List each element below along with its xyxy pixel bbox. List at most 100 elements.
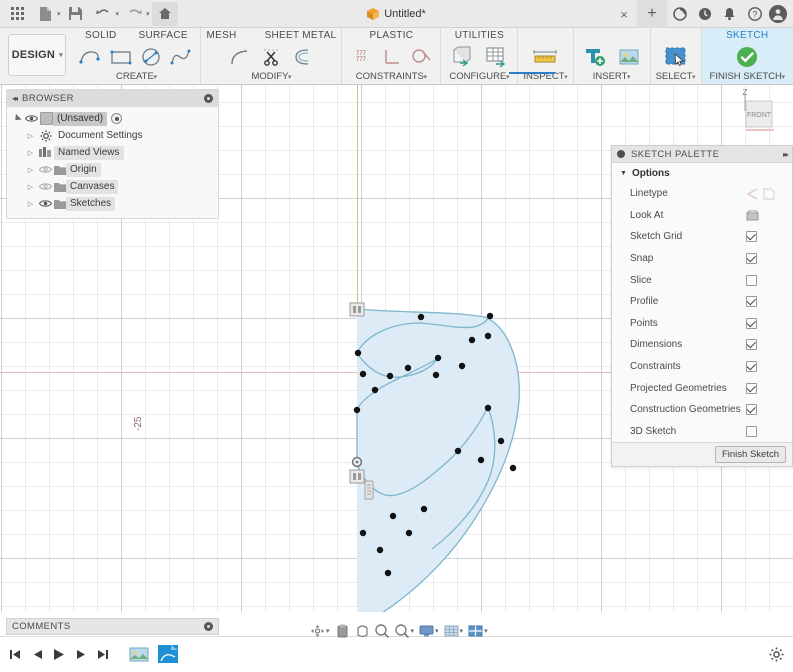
trim-scissors-icon[interactable]: [257, 44, 285, 70]
arc-icon[interactable]: [77, 44, 105, 70]
step-back-icon[interactable]: [30, 647, 44, 663]
insert-mcmaster-icon[interactable]: [579, 44, 611, 70]
palette-row-sketch-grid[interactable]: Sketch Grid: [612, 226, 792, 248]
finish-sketch-check-icon[interactable]: [731, 44, 763, 70]
tree-row-sketches[interactable]: ▷ Sketches: [7, 195, 218, 212]
expand-triangle-icon[interactable]: ▷: [28, 149, 33, 157]
offset-icon[interactable]: [287, 44, 315, 70]
view-cube[interactable]: Z FRONT: [719, 89, 781, 144]
fix-constraint-icon[interactable]: [364, 480, 374, 500]
tree-row-document-settings[interactable]: ▷ Document Settings: [7, 127, 218, 144]
save-icon[interactable]: [63, 2, 89, 26]
profile-checkbox[interactable]: [746, 296, 757, 308]
grid-settings-icon[interactable]: [442, 621, 461, 641]
expand-triangle-icon[interactable]: ▷: [28, 132, 33, 140]
expand-triangle-icon[interactable]: [11, 113, 22, 124]
tree-row-named-views[interactable]: ▷ Named Views: [7, 144, 218, 161]
close-tab-button[interactable]: ×: [611, 0, 637, 28]
tab-solid[interactable]: SOLID: [85, 28, 117, 44]
zoom-window-icon[interactable]: [373, 621, 392, 641]
constraints-group-label[interactable]: CONSTRAINTS ▾: [356, 70, 427, 84]
step-forward-icon[interactable]: [74, 647, 88, 663]
coincident-constraint-icon-origin[interactable]: [349, 469, 365, 484]
tree-row-canvases[interactable]: ▷ Canvases: [7, 178, 218, 195]
zoom-icon[interactable]: [353, 621, 372, 641]
document-tab-button[interactable]: Untitled*: [367, 8, 426, 20]
select-icon[interactable]: [660, 44, 692, 70]
tab-plastic[interactable]: PLASTIC: [370, 28, 414, 44]
palette-row-constraints[interactable]: Constraints: [612, 356, 792, 378]
points-checkbox[interactable]: [746, 317, 757, 329]
notifications-icon[interactable]: [717, 0, 742, 28]
visibility-eye-icon[interactable]: [23, 114, 40, 123]
insert-canvas-icon[interactable]: [613, 44, 645, 70]
orbit-icon[interactable]: [308, 621, 327, 641]
gear-icon[interactable]: [769, 647, 785, 663]
double-chevron-right-icon[interactable]: ▸▸: [783, 150, 789, 159]
file-caret-icon[interactable]: ▾: [57, 10, 61, 18]
activate-component-radio[interactable]: [111, 113, 123, 124]
palette-row-construction-geometries[interactable]: Construction Geometries: [612, 399, 792, 421]
grid-caret-icon[interactable]: ▾: [460, 627, 464, 635]
go-to-end-icon[interactable]: [96, 647, 110, 663]
palette-row-slice[interactable]: Slice: [612, 269, 792, 291]
finish-sketch-label[interactable]: FINISH SKETCH ▾: [710, 70, 785, 84]
snap-checkbox[interactable]: [746, 253, 757, 265]
linetype-construction-icon[interactable]: [763, 188, 775, 200]
new-tab-button[interactable]: +: [637, 0, 667, 28]
projected-geometries-checkbox[interactable]: [746, 382, 757, 394]
tree-row-origin[interactable]: ▷ Origin: [7, 161, 218, 178]
spline-icon[interactable]: [167, 44, 195, 70]
user-avatar-icon[interactable]: [769, 5, 787, 23]
palette-row-projected-geometries[interactable]: Projected Geometries: [612, 377, 792, 399]
construction-geometries-checkbox[interactable]: [746, 404, 757, 416]
tree-row-unsaved[interactable]: (Unsaved): [7, 110, 218, 127]
double-chevron-left-icon[interactable]: ◂◂: [12, 94, 18, 103]
palette-row-snap[interactable]: Snap: [612, 248, 792, 270]
modify-group-label[interactable]: MODIFY ▾: [251, 70, 291, 84]
configuration-cube-icon[interactable]: [446, 44, 478, 70]
slice-checkbox[interactable]: [746, 274, 757, 286]
tab-utilities[interactable]: UTILITIES: [455, 28, 504, 44]
coincident-constraint-icon-top[interactable]: [349, 302, 365, 317]
circle-icon[interactable]: [137, 44, 165, 70]
display-settings-icon[interactable]: [417, 621, 436, 641]
viewports-icon[interactable]: [466, 621, 485, 641]
play-icon[interactable]: [52, 647, 66, 663]
undo-caret-icon[interactable]: ▾: [116, 10, 120, 18]
rectangle-icon[interactable]: [107, 44, 135, 70]
fit-caret-icon[interactable]: ▾: [411, 627, 415, 635]
sketch-grid-checkbox[interactable]: [746, 231, 757, 243]
palette-row-dimensions[interactable]: Dimensions: [612, 334, 792, 356]
3d-sketch-checkbox[interactable]: [746, 425, 757, 437]
palette-row-points[interactable]: Points: [612, 313, 792, 335]
comments-panel[interactable]: COMMENTS: [6, 618, 219, 635]
tangent-icon[interactable]: [407, 44, 435, 70]
dimension-icon[interactable]: 777 777: [347, 44, 375, 70]
help-icon[interactable]: ?: [742, 0, 767, 28]
orbit-caret-icon[interactable]: ▾: [326, 627, 330, 635]
tab-mesh[interactable]: MESH: [206, 28, 236, 44]
visibility-eye-off-icon[interactable]: [37, 182, 54, 191]
expand-triangle-icon[interactable]: ▷: [28, 200, 33, 208]
measure-icon[interactable]: [529, 44, 561, 70]
comments-dot-icon[interactable]: [204, 622, 213, 631]
sync-icon[interactable]: [667, 0, 692, 28]
recent-icon[interactable]: [692, 0, 717, 28]
go-to-start-icon[interactable]: [8, 647, 22, 663]
fit-icon[interactable]: [393, 621, 412, 641]
pan-icon[interactable]: [333, 621, 352, 641]
timeline-node-sketch[interactable]: [155, 643, 181, 667]
workspace-selector[interactable]: DESIGN ▾: [8, 34, 67, 76]
expand-triangle-icon[interactable]: ▷: [28, 166, 33, 174]
visibility-eye-icon[interactable]: [37, 199, 54, 208]
fillet-icon[interactable]: [227, 44, 255, 70]
perpendicular-icon[interactable]: [377, 44, 405, 70]
dimensions-checkbox[interactable]: [746, 339, 757, 351]
home-icon[interactable]: [151, 1, 178, 26]
grid-apps-icon[interactable]: [4, 2, 30, 26]
redo-caret-icon[interactable]: ▾: [146, 10, 150, 18]
palette-row-3d-sketch[interactable]: 3D Sketch: [612, 421, 792, 443]
look-at-icon[interactable]: [746, 210, 759, 221]
panel-dot-icon[interactable]: [204, 94, 213, 103]
